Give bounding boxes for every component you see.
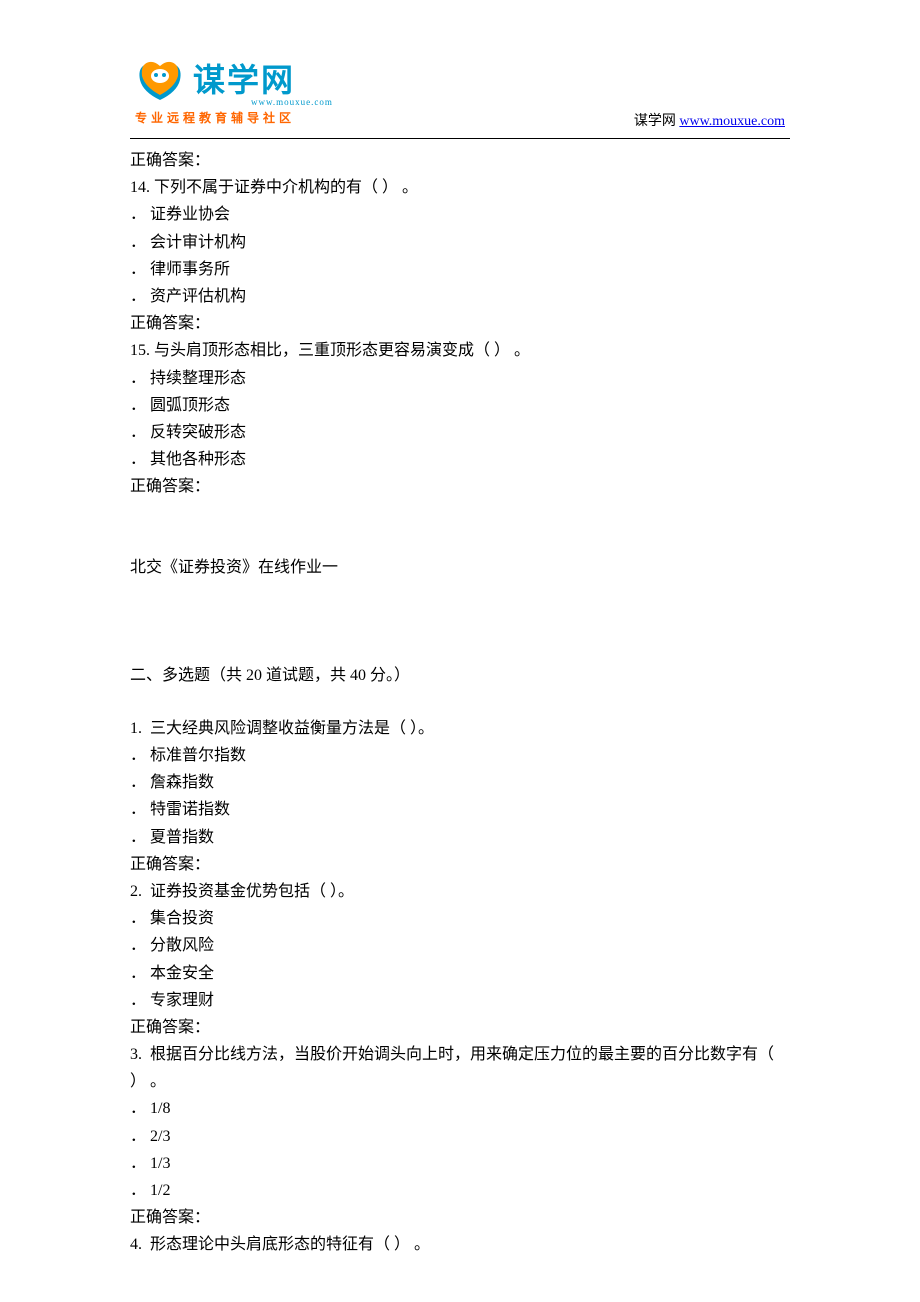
mquestion-4: 4. 形态理论中头肩底形态的特征有（ ） 。 (130, 1231, 790, 1258)
question-15-option: ． 反转突破形态 (130, 419, 790, 446)
section-title: 北交《证券投资》在线作业一 (130, 554, 790, 581)
site-logo: 谋学网 www.mouxue.com 专业远程教育辅导社区 (135, 55, 333, 126)
answer-label: 正确答案： (130, 851, 790, 878)
question-14: 14. 下列不属于证券中介机构的有（ ） 。 (130, 174, 790, 201)
mquestion-3-option: ． 1/2 (130, 1177, 790, 1204)
question-15: 15. 与头肩顶形态相比，三重顶形态更容易演变成（ ） 。 (130, 337, 790, 364)
mquestion-2: 2. 证券投资基金优势包括（ ）。 (130, 878, 790, 905)
header-right-label: 谋学网 www.mouxue.com (634, 110, 785, 130)
answer-label: 正确答案： (130, 1014, 790, 1041)
section-heading: 二、多选题（共 20 道试题，共 40 分。） (130, 662, 790, 689)
question-14-option: ． 资产评估机构 (130, 283, 790, 310)
answer-label: 正确答案： (130, 310, 790, 337)
mquestion-1-option: ． 标准普尔指数 (130, 742, 790, 769)
answer-label: 正确答案： (130, 147, 790, 174)
question-14-option: ． 律师事务所 (130, 256, 790, 283)
header-site-link[interactable]: www.mouxue.com (679, 114, 785, 129)
answer-label: 正确答案： (130, 1204, 790, 1231)
answer-label: 正确答案： (130, 473, 790, 500)
logo-brand-text: 谋学网 (193, 55, 333, 101)
mquestion-1-option: ． 詹森指数 (130, 769, 790, 796)
mquestion-3-option: ． 1/3 (130, 1150, 790, 1177)
mquestion-1-option: ． 特雷诺指数 (130, 796, 790, 823)
header-site-label: 谋学网 (634, 114, 680, 129)
mquestion-3-option: ． 2/3 (130, 1123, 790, 1150)
question-14-option: ． 证券业协会 (130, 201, 790, 228)
mquestion-2-option: ． 本金安全 (130, 960, 790, 987)
mquestion-3-option: ． 1/8 (130, 1095, 790, 1122)
mquestion-1: 1. 三大经典风险调整收益衡量方法是（ ）。 (130, 715, 790, 742)
mquestion-2-option: ． 分散风险 (130, 932, 790, 959)
mquestion-2-option: ． 专家理财 (130, 987, 790, 1014)
question-15-option: ． 其他各种形态 (130, 446, 790, 473)
question-14-option: ． 会计审计机构 (130, 229, 790, 256)
question-15-option: ． 圆弧顶形态 (130, 392, 790, 419)
page-header: 谋学网 www.mouxue.com 专业远程教育辅导社区 谋学网 www.mo… (0, 0, 920, 130)
mquestion-3: 3. 根据百分比线方法，当股价开始调头向上时，用来确定压力位的最主要的百分比数字… (130, 1041, 790, 1095)
question-15-option: ． 持续整理形态 (130, 365, 790, 392)
logo-icon (135, 60, 185, 102)
document-body: 正确答案： 14. 下列不属于证券中介机构的有（ ） 。 ． 证券业协会 ． 会… (0, 139, 920, 1259)
logo-tagline: 专业远程教育辅导社区 (135, 109, 333, 126)
logo-brand-url: www.mouxue.com (251, 97, 333, 107)
mquestion-2-option: ． 集合投资 (130, 905, 790, 932)
mquestion-1-option: ． 夏普指数 (130, 824, 790, 851)
